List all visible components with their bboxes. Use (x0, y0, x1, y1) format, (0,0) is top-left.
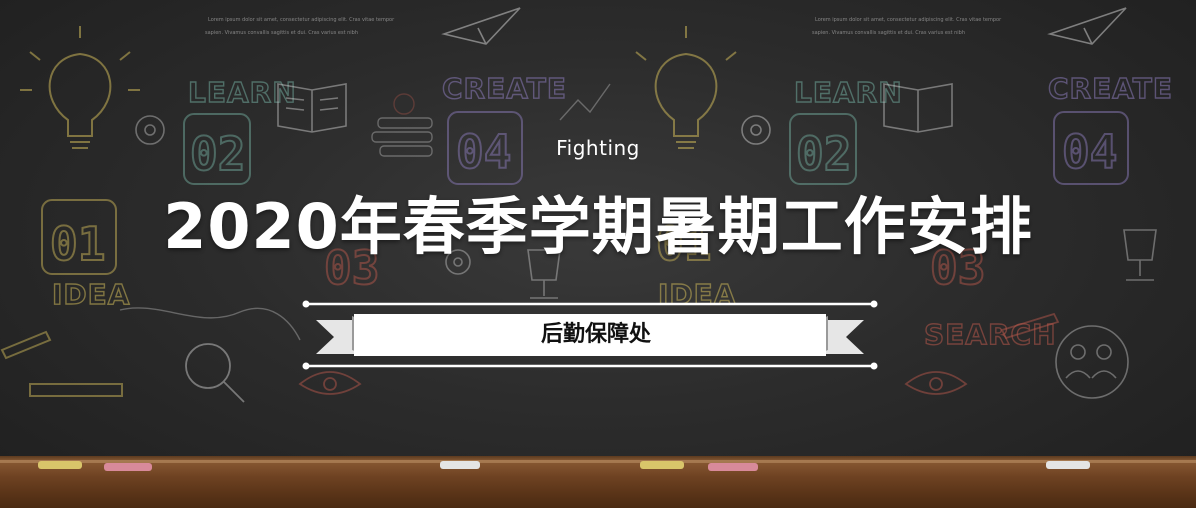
search-doodle: SEARCH (924, 318, 1057, 351)
chalk-stick-white-2 (1046, 461, 1090, 469)
lorem-text-left-2: sapien. Vivamus convallis sagittis et du… (205, 30, 358, 36)
page-title: 2020年春季学期暑期工作安排 (163, 190, 1033, 263)
lorem-text-right-1: Lorem ipsum dolor sit amet, consectetur … (815, 17, 1002, 23)
lightbulb-icon (20, 26, 140, 149)
learn-doodle-right: LEARN (794, 76, 903, 109)
chalkboard-banner: Lorem ipsum dolor sit amet, consectetur … (0, 0, 1196, 508)
people-icon (1055, 325, 1129, 399)
create-doodle: CREATE (442, 72, 567, 105)
chalk-stick-white (440, 461, 480, 469)
chalk-stick-pink (104, 463, 152, 471)
idea-doodle: IDEA (52, 278, 130, 311)
chalk-stick-pink-2 (708, 463, 758, 471)
magnifier-icon (185, 343, 245, 403)
paper-plane-icon (441, 7, 521, 45)
chalk-stick-yellow-2 (640, 461, 684, 469)
learn-doodle: LEARN (188, 76, 297, 109)
eye-icon (298, 371, 362, 395)
chalk-ledge (0, 460, 1196, 508)
subtitle-fighting: Fighting (556, 136, 640, 160)
lorem-text-right-2: sapien. Vivamus convallis sagittis et du… (812, 30, 965, 36)
create-doodle-right: CREATE (1048, 72, 1173, 105)
pencil-icon (0, 330, 123, 397)
department-label: 后勤保障处 (540, 322, 651, 347)
chalk-stick-yellow (38, 461, 82, 469)
lorem-text-left-1: Lorem ipsum dolor sit amet, consectetur … (208, 17, 395, 23)
